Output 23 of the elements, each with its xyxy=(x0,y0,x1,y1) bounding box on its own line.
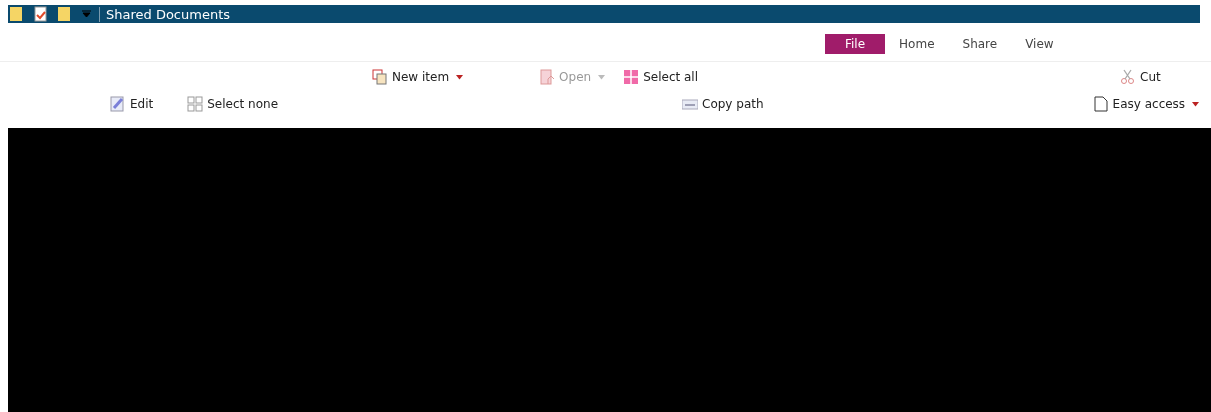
select-all-icon xyxy=(623,69,640,85)
ribbon-tab[interactable]: File xyxy=(825,34,886,54)
document-check-icon[interactable] xyxy=(34,6,48,22)
select-none-icon xyxy=(187,96,204,112)
ribbon-command[interactable]: Select none xyxy=(185,93,281,115)
caret-icon xyxy=(1192,101,1200,107)
pencil-icon xyxy=(110,96,126,112)
ribbon-command[interactable]: Copy path xyxy=(680,93,766,115)
caret-icon xyxy=(598,74,606,80)
ribbon-command[interactable]: Easy access xyxy=(1090,93,1202,115)
window-title: Shared Documents xyxy=(99,6,231,22)
open-icon xyxy=(539,69,556,85)
ribbon-command[interactable]: New item xyxy=(370,66,466,88)
ribbon-command[interactable]: Cut xyxy=(1118,66,1163,88)
caret-icon xyxy=(456,74,464,80)
new-item-icon xyxy=(372,69,388,85)
folder-icon[interactable] xyxy=(58,6,72,22)
folder-icon[interactable] xyxy=(10,6,24,22)
scissors-icon xyxy=(1120,69,1137,85)
ribbon-command[interactable]: Select all xyxy=(621,66,701,88)
page-icon xyxy=(1092,96,1109,112)
copy-path-icon xyxy=(682,96,699,112)
ribbon-command[interactable]: Edit xyxy=(108,93,156,115)
